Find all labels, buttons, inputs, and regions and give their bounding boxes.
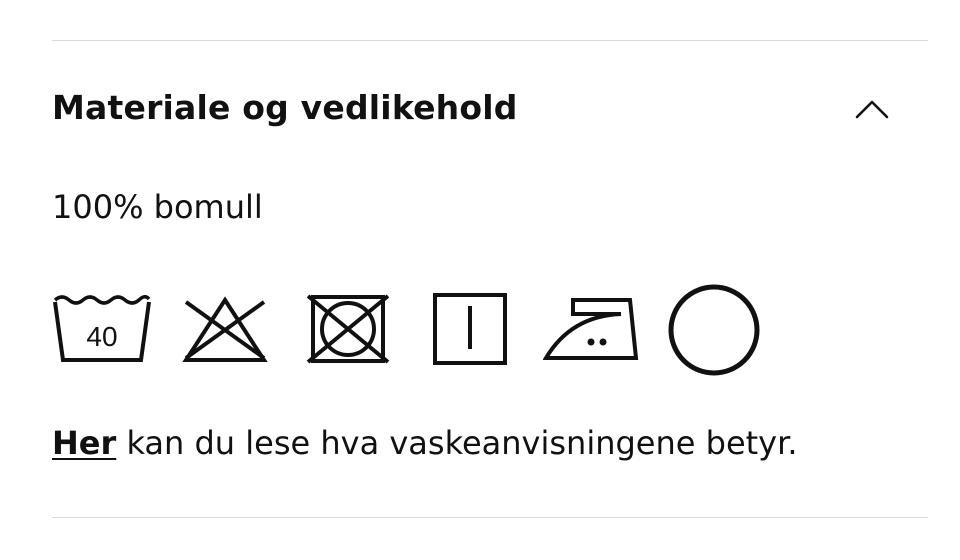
- iron-medium-heat-icon: [542, 294, 643, 368]
- care-instructions-text: Her kan du lese hva vaskeanvisningene be…: [52, 424, 798, 462]
- section-title: Materiale og vedlikehold: [52, 88, 518, 127]
- accordion-header[interactable]: Materiale og vedlikehold: [52, 82, 928, 142]
- dry-clean-icon: [666, 282, 762, 382]
- care-instructions-link[interactable]: Her: [52, 424, 116, 462]
- material-composition: 100% bomull: [52, 188, 263, 226]
- bottom-divider: [52, 517, 928, 518]
- wash-temperature-label: 40: [86, 321, 117, 352]
- care-instructions-rest: kan du lese hva vaskeanvisningene betyr.: [116, 424, 798, 462]
- top-divider: [52, 40, 928, 41]
- do-not-tumble-dry-icon: [306, 294, 390, 368]
- chevron-up-icon[interactable]: [852, 96, 892, 122]
- line-dry-icon: [432, 292, 508, 370]
- do-not-bleach-icon: [180, 294, 270, 368]
- wash-40-icon: 40: [52, 294, 152, 368]
